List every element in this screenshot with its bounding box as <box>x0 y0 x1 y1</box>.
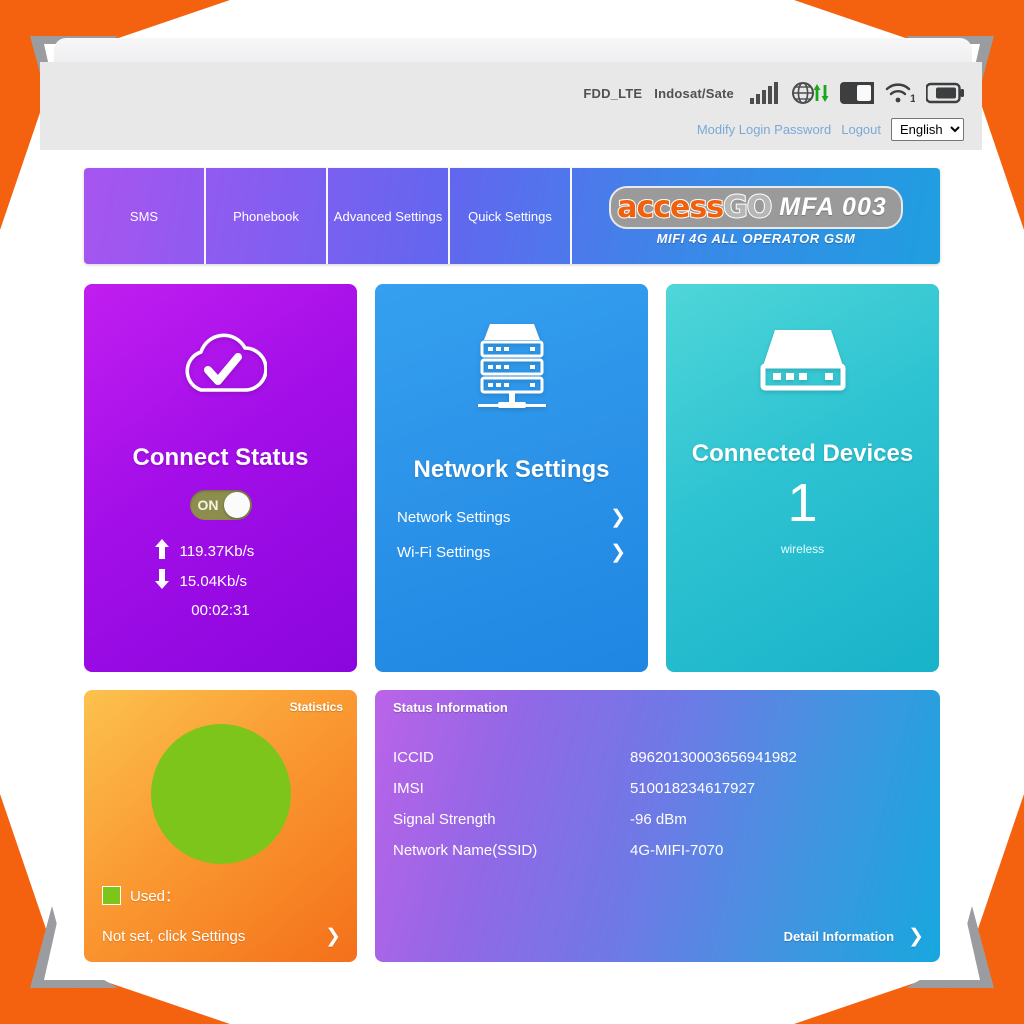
status-icon-group: 1 <box>750 81 964 105</box>
statistics-card[interactable]: Statistics Used： Not set, click Settings… <box>84 690 357 962</box>
connect-status-title: Connect Status <box>132 444 309 471</box>
status-row-label: Network Name(SSID) <box>393 842 538 859</box>
status-header: FDD_LTE Indosat/Sate 1 Modify Login Pass… <box>40 62 982 150</box>
nav-tab-advanced-settings[interactable]: Advanced Settings <box>328 168 450 264</box>
dashboard-cards-row: Connect Status ON 119.37Kb/s 15.04Kb/s 0… <box>84 284 940 672</box>
nav-tab-sms[interactable]: SMS <box>84 168 206 264</box>
connected-devices-count: 1 <box>787 473 818 533</box>
status-row-value: 4G-MIFI-7070 <box>630 842 724 859</box>
nav-tab-phonebook[interactable]: Phonebook <box>206 168 328 264</box>
status-row: IMSI 510018234617927 <box>393 773 797 804</box>
carrier-label: Indosat/Sate <box>654 85 734 101</box>
cloud-check-icon <box>84 284 357 398</box>
network-settings-card: Network Settings Network Settings ❯ Wi-F… <box>375 284 648 672</box>
status-row: Network Name(SSID) 4G-MIFI-7070 <box>393 835 797 866</box>
chevron-right-icon: ❯ <box>908 926 924 947</box>
upload-arrow-icon <box>154 539 170 563</box>
wifi-icon: 1 <box>885 82 915 104</box>
dashboard-bottom-row: Statistics Used： Not set, click Settings… <box>84 690 940 962</box>
brand-logo: access GO MFA 003 MIFI 4G ALL OPERATOR G… <box>572 168 940 264</box>
network-settings-title: Network Settings <box>413 456 610 483</box>
app-root: FDD_LTE Indosat/Sate 1 Modify Login Pass… <box>0 0 1024 1024</box>
connected-devices-card: Connected Devices 1 wireless <box>666 284 939 672</box>
status-row: ICCID 89620130003656941982 <box>393 742 797 773</box>
chevron-right-icon: ❯ <box>325 926 341 947</box>
detail-information-label: Detail Information <box>783 929 895 944</box>
network-settings-links: Network Settings ❯ Wi-Fi Settings ❯ <box>375 500 648 570</box>
status-row-label: Signal Strength <box>393 811 496 828</box>
router-admin-page: FDD_LTE Indosat/Sate 1 Modify Login Pass… <box>40 62 982 962</box>
svg-text:1: 1 <box>910 93 915 104</box>
battery-icon <box>926 82 964 104</box>
download-speed-value: 15.04Kb/s <box>179 572 248 590</box>
wifi-settings-link-label: Wi-Fi Settings <box>397 544 491 561</box>
connect-status-card: Connect Status ON 119.37Kb/s 15.04Kb/s 0… <box>84 284 357 672</box>
upload-speed-value: 119.37Kb/s <box>179 542 255 560</box>
nav-tab-label: SMS <box>129 208 159 224</box>
status-information-card: Status Information ICCID 896201300036569… <box>375 690 940 962</box>
detail-information-link[interactable]: Detail Information ❯ <box>784 927 924 946</box>
browser-chrome-bar <box>54 38 972 64</box>
connect-toggle-knob <box>223 492 250 518</box>
server-rack-icon <box>375 284 648 410</box>
router-device-icon <box>666 284 939 394</box>
upload-speed-row: 119.37Kb/s <box>84 536 357 566</box>
connect-toggle-wrap: ON <box>84 490 357 520</box>
signal-bars-icon <box>750 82 780 104</box>
status-row-value: 89620130003656941982 <box>630 749 797 766</box>
speed-readouts: 119.37Kb/s 15.04Kb/s <box>84 536 357 596</box>
wifi-settings-link[interactable]: Wi-Fi Settings ❯ <box>397 535 626 570</box>
statistics-title: Statistics <box>289 700 343 714</box>
status-information-title: Status Information <box>393 700 508 715</box>
logout-link[interactable]: Logout <box>841 122 881 137</box>
nav-tab-label: Quick Settings <box>468 208 552 224</box>
network-settings-link-label: Network Settings <box>397 509 511 526</box>
connected-devices-type: wireless <box>780 542 825 556</box>
legend-label-used: Used： <box>130 888 181 905</box>
brand-name-primary: access <box>616 189 725 226</box>
nav-tab-quick-settings[interactable]: Quick Settings <box>450 168 572 264</box>
connect-toggle[interactable]: ON <box>189 490 252 520</box>
chevron-right-icon: ❯ <box>610 507 626 528</box>
status-row-value: 510018234617927 <box>630 780 756 797</box>
network-mode-label: FDD_LTE <box>583 85 643 101</box>
globe-data-transfer-icon <box>791 81 829 105</box>
brand-logo-pill: access GO MFA 003 <box>609 186 903 229</box>
usage-pie-chart <box>150 724 291 864</box>
modify-login-password-link[interactable]: Modify Login Password <box>697 122 831 137</box>
main-navigation: SMS Phonebook Advanced Settings Quick Se… <box>84 168 940 264</box>
statistics-settings-link[interactable]: Not set, click Settings ❯ <box>102 927 341 946</box>
connected-time-value: 00:02:31 <box>191 602 250 619</box>
connect-toggle-label: ON <box>197 497 219 513</box>
download-arrow-icon <box>154 569 170 593</box>
brand-logo-row: access GO MFA 003 <box>609 186 903 229</box>
status-row-label: ICCID <box>393 749 434 766</box>
network-settings-link[interactable]: Network Settings ❯ <box>397 500 626 535</box>
legend-swatch-used <box>102 886 121 905</box>
brand-tagline: MIFI 4G ALL OPERATOR GSM <box>656 231 856 246</box>
sim-card-icon <box>840 82 874 104</box>
nav-tab-label: Phonebook <box>233 208 299 224</box>
chevron-right-icon: ❯ <box>610 542 626 563</box>
status-row-label: IMSI <box>393 780 424 797</box>
statistics-legend: Used： <box>102 885 180 906</box>
brand-model-label: MFA 003 <box>779 193 887 221</box>
status-header-row-2: Modify Login Password Logout English <box>40 114 964 144</box>
connected-devices-title: Connected Devices <box>691 440 914 467</box>
nav-tab-label: Advanced Settings <box>333 208 443 224</box>
status-header-row-1: FDD_LTE Indosat/Sate 1 <box>40 76 964 110</box>
statistics-settings-label: Not set, click Settings <box>102 928 246 945</box>
status-row: Signal Strength -96 dBm <box>393 804 797 835</box>
status-row-value: -96 dBm <box>630 811 687 828</box>
language-select[interactable]: English <box>891 117 964 141</box>
download-speed-row: 15.04Kb/s <box>84 566 357 596</box>
status-information-table: ICCID 89620130003656941982 IMSI 51001823… <box>393 742 797 866</box>
brand-name-secondary: GO <box>722 189 773 226</box>
